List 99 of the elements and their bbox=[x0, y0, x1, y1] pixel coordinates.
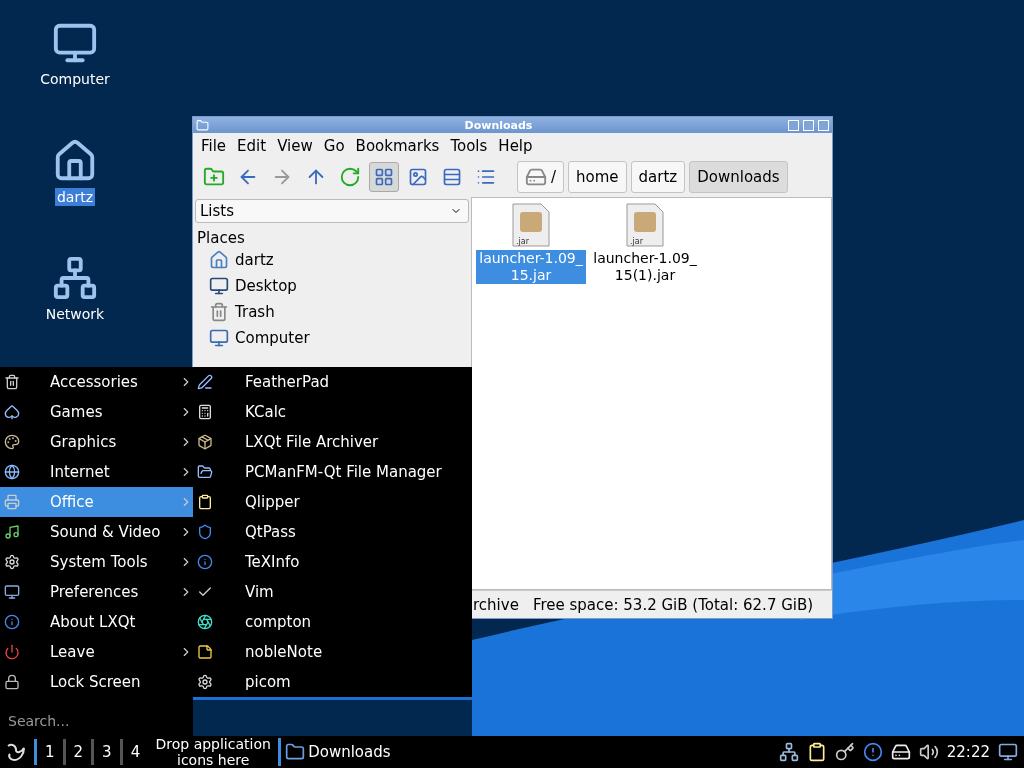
note-icon bbox=[197, 644, 213, 660]
computer-icon bbox=[209, 328, 229, 348]
compact-view-icon bbox=[442, 167, 462, 187]
menu-entry[interactable]: picom bbox=[193, 667, 472, 697]
places-heading: Places bbox=[196, 228, 246, 247]
new-folder-icon bbox=[203, 166, 225, 188]
gear-icon bbox=[197, 674, 213, 690]
lock-icon bbox=[4, 674, 20, 690]
menu-entry[interactable]: About LXQt bbox=[0, 607, 193, 637]
window-icon bbox=[196, 118, 209, 132]
status-text: rchive bbox=[473, 595, 519, 614]
path-button[interactable]: / bbox=[517, 161, 565, 193]
clipboard-icon bbox=[197, 494, 213, 510]
menu-entry[interactable]: Sound & Video bbox=[0, 517, 193, 547]
monitor-icon bbox=[4, 584, 20, 600]
menu-entry[interactable]: Internet bbox=[0, 457, 193, 487]
close-button[interactable] bbox=[818, 119, 829, 131]
pen-icon bbox=[197, 374, 213, 390]
quicklaunch-hint: Drop application icons here bbox=[154, 736, 272, 768]
desktop-icon-label: Network bbox=[44, 305, 106, 323]
info-icon bbox=[197, 554, 213, 570]
folder-icon bbox=[197, 464, 213, 480]
alert-icon bbox=[862, 742, 883, 762]
network-folder-icon[interactable] bbox=[52, 255, 98, 301]
music-icon bbox=[4, 524, 20, 540]
menu-entry[interactable]: QtPass bbox=[193, 517, 472, 547]
printer-icon bbox=[4, 494, 20, 510]
path-button[interactable]: home bbox=[568, 161, 627, 193]
package-icon bbox=[197, 434, 213, 450]
menu-entry[interactable]: KCalc bbox=[193, 397, 472, 427]
menu-entry[interactable]: TeXInfo bbox=[193, 547, 472, 577]
menu-entry[interactable]: nobleNote bbox=[193, 637, 472, 667]
menu-entry[interactable]: Qlipper bbox=[193, 487, 472, 517]
menu-item[interactable]: Help bbox=[498, 137, 533, 155]
power-icon bbox=[4, 644, 20, 660]
maximize-button[interactable] bbox=[803, 119, 814, 131]
shield-icon bbox=[197, 524, 213, 540]
trash-icon bbox=[4, 374, 20, 390]
desktop-icon-label: dartz bbox=[54, 188, 96, 206]
clock: 22:22 bbox=[946, 743, 990, 761]
menu-entry[interactable]: Lock Screen bbox=[0, 667, 193, 697]
menu-entry[interactable]: compton bbox=[193, 607, 472, 637]
place-item[interactable]: dartz bbox=[195, 247, 469, 273]
detailed-list-icon bbox=[476, 167, 496, 187]
card-icon bbox=[4, 404, 20, 420]
menu-entry[interactable]: Graphics bbox=[0, 427, 193, 457]
calculator-icon bbox=[197, 404, 213, 420]
volume-icon bbox=[918, 742, 939, 762]
info-icon bbox=[4, 614, 20, 630]
network-icon bbox=[778, 742, 799, 762]
reload-icon bbox=[339, 166, 361, 188]
menu-entry[interactable]: Accessories bbox=[0, 367, 193, 397]
menu-entry[interactable]: Vim bbox=[193, 577, 472, 607]
place-item[interactable]: Trash bbox=[195, 299, 469, 325]
menu-item[interactable]: Tools bbox=[450, 137, 488, 155]
path-button[interactable]: dartz bbox=[630, 161, 686, 193]
place-item[interactable]: Computer bbox=[195, 325, 469, 351]
monitor-icon bbox=[998, 742, 1018, 762]
menu-entry[interactable]: System Tools bbox=[0, 547, 193, 577]
thumbnail-view-icon bbox=[408, 167, 428, 187]
desktop-icon-label: Computer bbox=[39, 70, 111, 88]
menu-item[interactable]: Edit bbox=[237, 137, 267, 155]
task-button[interactable]: Downloads bbox=[278, 738, 395, 766]
jar-file-icon: .jar bbox=[625, 202, 665, 248]
menu-entry[interactable]: Preferences bbox=[0, 577, 193, 607]
drive-icon bbox=[525, 166, 547, 188]
free-space-text: Free space: 53.2 GiB (Total: 62.7 GiB) bbox=[532, 595, 814, 614]
menu-item[interactable]: File bbox=[201, 137, 227, 155]
menu-entry[interactable]: PCManFM-Qt File Manager bbox=[193, 457, 472, 487]
place-item[interactable]: Desktop bbox=[195, 273, 469, 299]
window-title: Downloads bbox=[463, 118, 534, 132]
jar-file-icon: .jar bbox=[511, 202, 551, 248]
workspace-button[interactable]: 3 bbox=[91, 739, 120, 765]
aperture-icon bbox=[197, 614, 213, 630]
menu-entry[interactable]: FeatherPad bbox=[193, 367, 472, 397]
drive-icon bbox=[890, 742, 911, 762]
gear-icon bbox=[4, 554, 20, 570]
palette-icon bbox=[4, 434, 20, 450]
menu-entry[interactable]: Leave bbox=[0, 637, 193, 667]
folder-icon bbox=[285, 742, 306, 762]
home-folder-icon bbox=[209, 250, 229, 270]
minimize-button[interactable] bbox=[788, 119, 799, 131]
menu-item[interactable]: Bookmarks bbox=[355, 137, 440, 155]
menu-entry[interactable]: LXQt File Archiver bbox=[193, 427, 472, 457]
key-icon bbox=[834, 742, 855, 762]
desktop-icon bbox=[209, 276, 229, 296]
menu-item[interactable]: View bbox=[277, 137, 313, 155]
path-button[interactable]: Downloads bbox=[689, 161, 788, 193]
menu-entry[interactable]: Games bbox=[0, 397, 193, 427]
icon-view-icon bbox=[374, 167, 394, 187]
side-pane-dropdown[interactable]: Lists bbox=[195, 199, 469, 223]
view-mode-button[interactable] bbox=[369, 162, 399, 192]
trash-icon bbox=[209, 302, 229, 322]
workspace-button[interactable]: 1 bbox=[34, 739, 63, 765]
file-name[interactable]: launcher-1.09_15(1).jar bbox=[590, 250, 700, 284]
menu-item[interactable]: Go bbox=[323, 137, 345, 155]
workspace-button[interactable]: 4 bbox=[119, 739, 149, 765]
workspace-button[interactable]: 2 bbox=[62, 739, 92, 765]
globe-icon bbox=[4, 464, 20, 480]
